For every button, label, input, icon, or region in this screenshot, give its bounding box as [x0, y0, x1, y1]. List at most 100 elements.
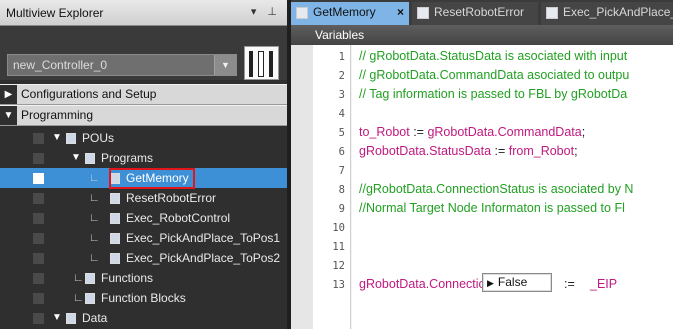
- tree-label: Functions: [101, 271, 154, 285]
- code-token: from_Robot: [508, 144, 575, 158]
- section-label: Configurations and Setup: [21, 87, 157, 101]
- tree-item-exec-robotcontrol[interactable]: ∟ Exec_RobotControl: [0, 208, 287, 228]
- code-line-2: // gRobotData.CommandData asociated to o…: [359, 68, 630, 82]
- section-configurations-and-setup[interactable]: ▶ Configurations and Setup: [0, 84, 287, 105]
- code-token-assign: :=: [564, 277, 575, 291]
- folder-icon: [66, 133, 76, 144]
- tree-item-functions[interactable]: ∟ Functions: [0, 268, 287, 288]
- code-token-eip: _EIP: [590, 277, 618, 291]
- line-number: 4: [338, 108, 345, 120]
- line-number: 9: [338, 203, 345, 215]
- line-number: 13: [332, 279, 345, 291]
- status-square: [33, 133, 44, 144]
- code-token: :=: [491, 144, 509, 158]
- tree-label: Exec_RobotControl: [126, 211, 231, 225]
- line-number: 7: [338, 165, 345, 177]
- code-line-3: // Tag information is passed to FBL by g…: [359, 87, 628, 101]
- tree-label: Programs: [101, 151, 154, 165]
- editor-margin: [291, 45, 313, 329]
- tree-item-pous[interactable]: ▼ POUs: [0, 128, 287, 148]
- explorer-title: Multiview Explorer: [6, 5, 104, 20]
- data-icon: [66, 313, 76, 324]
- inline-value-monitor[interactable]: ▶ False: [482, 273, 552, 292]
- code-token: ;: [581, 125, 586, 139]
- code-area[interactable]: // gRobotData.StatusData is asociated wi…: [352, 45, 673, 329]
- code-token: gRobotData.CommandData: [427, 125, 582, 139]
- controller-device-icon[interactable]: [244, 46, 279, 80]
- highlight-box: [109, 168, 195, 189]
- tree-label: ResetRobotError: [126, 191, 217, 205]
- tree-connector: ∟: [89, 172, 100, 184]
- multiview-explorer: Multiview Explorer ▾ ⊥ new_Controller_0 …: [0, 0, 287, 329]
- tab-exec-pickandplace[interactable]: Exec_PickAndPlace_: [541, 2, 673, 25]
- collapse-arrow-icon[interactable]: ▼: [52, 128, 62, 148]
- code-line-9: //Normal Target Node Informaton is passe…: [359, 201, 625, 215]
- status-square: [33, 213, 44, 224]
- program-icon: [110, 193, 120, 204]
- tree-label: Function Blocks: [101, 291, 186, 305]
- program-icon: [110, 213, 120, 224]
- tab-getmemory[interactable]: GetMemory ×: [291, 2, 409, 25]
- tab-label: GetMemory: [313, 5, 376, 19]
- tab-strip: GetMemory × ResetRobotError Exec_PickAnd…: [291, 0, 673, 25]
- status-square: [33, 273, 44, 284]
- line-number: 5: [338, 127, 345, 139]
- tree-connector: ∟: [89, 212, 100, 224]
- tree-item-programs[interactable]: ▼ Programs: [0, 148, 287, 168]
- collapse-arrow-icon[interactable]: ▼: [71, 148, 81, 168]
- tree-item-data[interactable]: ▼ Data: [0, 308, 287, 328]
- tab-resetrobaterror[interactable]: ResetRobotError: [412, 2, 538, 25]
- code-line-1: // gRobotData.StatusData is asociated wi…: [359, 49, 628, 63]
- section-programming[interactable]: ▼ Programming: [0, 105, 287, 126]
- tree-connector: ∟: [89, 232, 100, 244]
- code-line-8: //gRobotData.ConnectionStatus is asociat…: [359, 182, 634, 196]
- tree-label: Exec_PickAndPlace_ToPos2: [126, 251, 281, 265]
- chevron-down-icon[interactable]: ▼: [214, 55, 236, 75]
- code-token: :=: [409, 125, 428, 139]
- line-number: 8: [338, 184, 345, 196]
- tree-connector: ∟: [89, 252, 100, 264]
- play-icon[interactable]: ▶: [487, 278, 494, 288]
- controller-dropdown[interactable]: new_Controller_0 ▼: [7, 54, 237, 76]
- code-line-5: to_Robot := gRobotData.CommandData;: [359, 125, 585, 139]
- status-square: [33, 313, 44, 324]
- program-icon: [546, 7, 558, 19]
- variables-bar[interactable]: Variables: [291, 25, 673, 45]
- tree-item-getmemory[interactable]: ∟ GetMemory: [0, 168, 287, 189]
- variables-label: Variables: [315, 28, 365, 42]
- controller-row: new_Controller_0 ▼: [0, 26, 287, 80]
- program-icon: [417, 7, 429, 19]
- tree-label: POUs: [82, 131, 115, 145]
- line-number-gutter: 1 2 3 4 5 6 7 8 9 10 11 12 13: [313, 45, 351, 329]
- status-square: [33, 233, 44, 244]
- line-number: 6: [338, 146, 345, 158]
- tab-label: Exec_PickAndPlace_: [563, 5, 673, 19]
- code-token: to_Robot: [359, 125, 410, 139]
- code-token: gRobotData.StatusData: [359, 144, 492, 158]
- close-icon[interactable]: ×: [397, 2, 404, 23]
- tab-label: ResetRobotError: [434, 5, 525, 19]
- tree-connector: ∟: [73, 272, 84, 284]
- tree-item-resetrobaterror[interactable]: ∟ ResetRobotError: [0, 188, 287, 208]
- code-token: ;: [574, 144, 578, 158]
- function-blocks-icon: [85, 293, 95, 304]
- collapse-arrow-icon[interactable]: ▼: [0, 106, 17, 125]
- pin-icon[interactable]: ▾ ⊥: [251, 5, 281, 18]
- tree-item-exec-pickandplace-topos2[interactable]: ∟ Exec_PickAndPlace_ToPos2: [0, 248, 287, 268]
- status-square: [33, 173, 44, 184]
- status-square: [33, 293, 44, 304]
- line-number: 3: [338, 89, 345, 101]
- tree-connector: ∟: [73, 292, 84, 304]
- status-square: [33, 153, 44, 164]
- programming-tree: ▼ POUs ▼ Programs ∟ GetMemory ∟ ResetRob…: [0, 126, 287, 329]
- status-square: [33, 193, 44, 204]
- functions-icon: [85, 273, 95, 284]
- code-editor: GetMemory × ResetRobotError Exec_PickAnd…: [291, 0, 673, 329]
- tree-connector: ∟: [89, 192, 100, 204]
- collapse-arrow-icon[interactable]: ▼: [52, 308, 62, 328]
- tree-item-exec-pickandplace-topos1[interactable]: ∟ Exec_PickAndPlace_ToPos1: [0, 228, 287, 248]
- tree-item-function-blocks[interactable]: ∟ Function Blocks: [0, 288, 287, 308]
- code-line-6: gRobotData.StatusData := from_Robot;: [359, 144, 578, 158]
- expand-arrow-icon[interactable]: ▶: [0, 85, 17, 104]
- line-number: 2: [338, 70, 345, 82]
